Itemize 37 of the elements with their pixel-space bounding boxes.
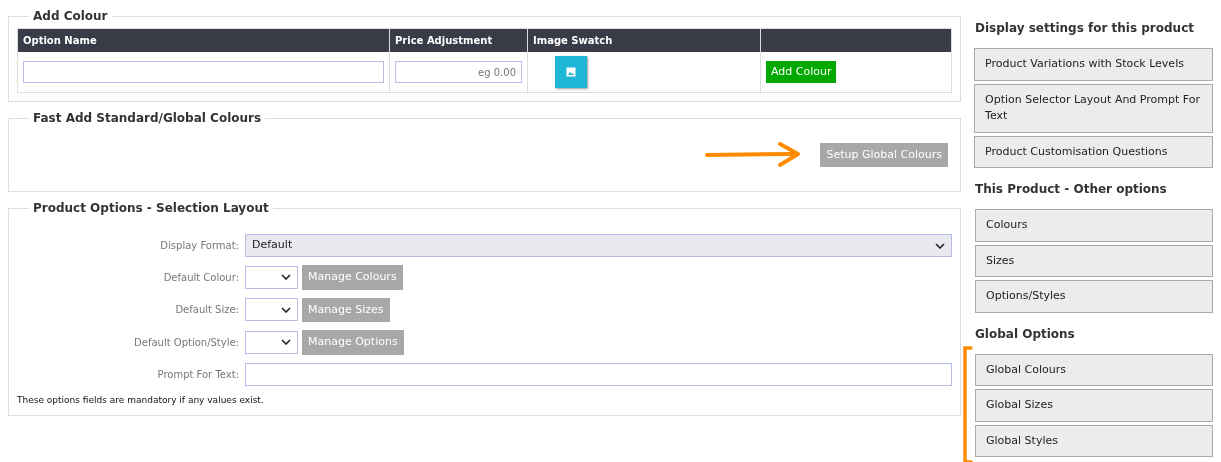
section-legend: Product Options - Selection Layout: [29, 202, 273, 214]
option-name-field[interactable]: [23, 61, 384, 83]
column-header: Image Swatch: [527, 28, 761, 52]
prompt-text-field[interactable]: [245, 362, 952, 386]
dropdown-select[interactable]: [245, 298, 298, 322]
sidebar-item[interactable]: Product Variations with Stock Levels: [974, 48, 1213, 81]
caret-icon: [281, 274, 291, 281]
caret-icon: [281, 339, 291, 346]
sidebar-item[interactable]: Global Colours: [975, 353, 1213, 386]
field-label: Default Colour:: [162, 270, 240, 285]
field-label: Display Format:: [159, 239, 240, 253]
field-label: Default Option/Style:: [133, 335, 240, 350]
image-icon: [566, 67, 576, 77]
display-format-select[interactable]: Default: [245, 234, 952, 257]
sidebar-item[interactable]: Options/Styles: [975, 280, 1213, 313]
sidebar-item[interactable]: Global Styles: [975, 424, 1213, 457]
sidebar-item[interactable]: Global Sizes: [975, 389, 1213, 422]
sidebar-item[interactable]: Option Selector Layout And Prompt For Text: [974, 83, 1213, 133]
sidebar-item[interactable]: Colours: [975, 209, 1213, 242]
section-heading: Global Options: [975, 325, 1076, 343]
dropdown-select[interactable]: [245, 265, 298, 289]
field-label: Default Size:: [174, 303, 240, 318]
field-label: Prompt For Text:: [156, 367, 240, 382]
column-header: Price Adjustment: [389, 28, 528, 52]
dropdown-select[interactable]: [245, 330, 298, 354]
caret-icon: [281, 306, 291, 313]
caret-icon: [935, 242, 945, 249]
column-header: Option Name: [17, 28, 390, 52]
sidebar-item[interactable]: Sizes: [975, 244, 1213, 277]
price-field[interactable]: eg 0.00: [395, 61, 522, 83]
section-legend: Add Colour: [29, 10, 112, 22]
section-heading: This Product - Other options: [975, 181, 1168, 198]
section-legend: Fast Add Standard/Global Colours: [29, 112, 266, 124]
sidebar-item[interactable]: Product Customisation Questions: [974, 135, 1213, 168]
image-swatch-button[interactable]: [555, 56, 587, 88]
mandatory-note: These options fields are mandatory if any values exist.: [17, 393, 265, 407]
section-heading: Display settings for this product: [975, 20, 1195, 37]
